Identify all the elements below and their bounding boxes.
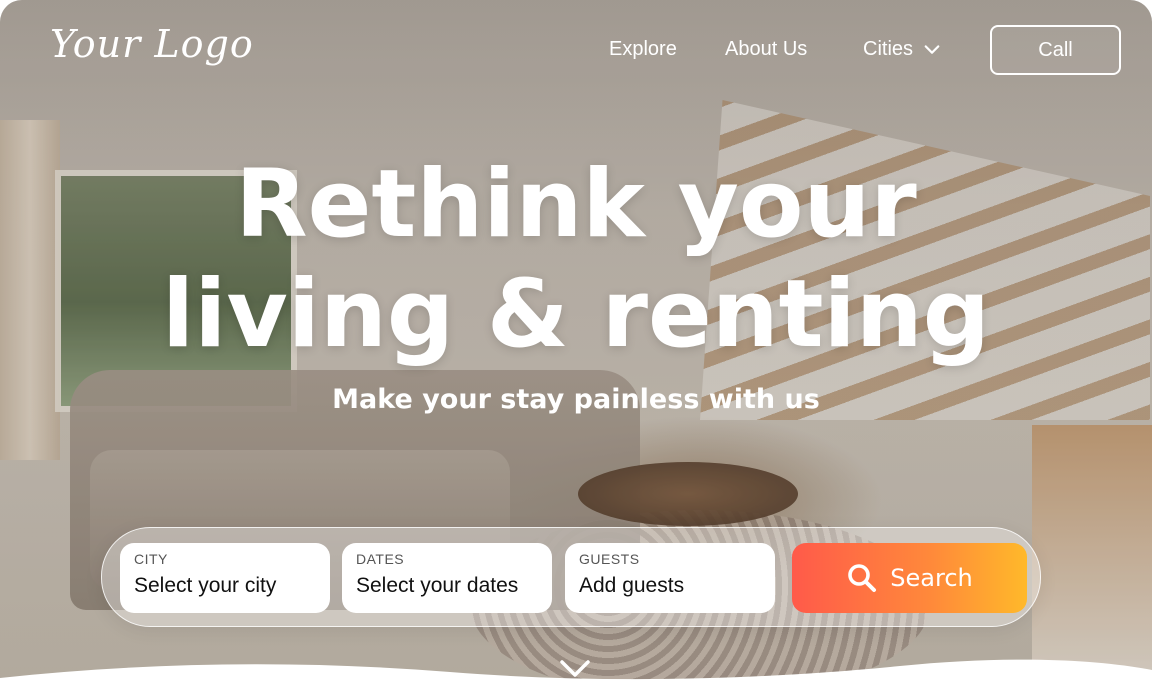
- city-value[interactable]: Select your city: [134, 574, 316, 598]
- hero-subheadline: Make your stay painless with us: [332, 384, 820, 415]
- guests-label: GUESTS: [579, 551, 640, 567]
- hero-section: Your Logo Explore About Us Cities Call R…: [0, 0, 1152, 700]
- search-button[interactable]: Search: [792, 543, 1027, 613]
- chevron-down-icon: [924, 44, 940, 54]
- guests-value[interactable]: Add guests: [579, 574, 761, 598]
- city-field[interactable]: CITY Select your city: [120, 543, 330, 613]
- search-bar: CITY Select your city DATES Select your …: [101, 527, 1041, 627]
- nav-explore[interactable]: Explore: [609, 38, 677, 61]
- dates-value[interactable]: Select your dates: [356, 574, 538, 598]
- nav-cities-label: Cities: [863, 38, 914, 60]
- dates-label: DATES: [356, 551, 405, 567]
- nav-about-us[interactable]: About Us: [725, 38, 807, 61]
- dates-field[interactable]: DATES Select your dates: [342, 543, 552, 613]
- scroll-down-chevron-icon[interactable]: [558, 654, 592, 684]
- search-icon: [848, 564, 877, 592]
- city-label: CITY: [134, 551, 168, 567]
- headline-line-2: living & renting: [162, 260, 990, 369]
- headline-line-1: Rethink your: [235, 150, 917, 259]
- search-button-label: Search: [890, 564, 973, 592]
- nav-cities[interactable]: Cities: [863, 38, 941, 61]
- guests-field[interactable]: GUESTS Add guests: [565, 543, 775, 613]
- call-button[interactable]: Call: [990, 25, 1121, 75]
- hero-headline: Rethink your living & renting: [0, 150, 1152, 370]
- logo[interactable]: Your Logo: [50, 22, 254, 66]
